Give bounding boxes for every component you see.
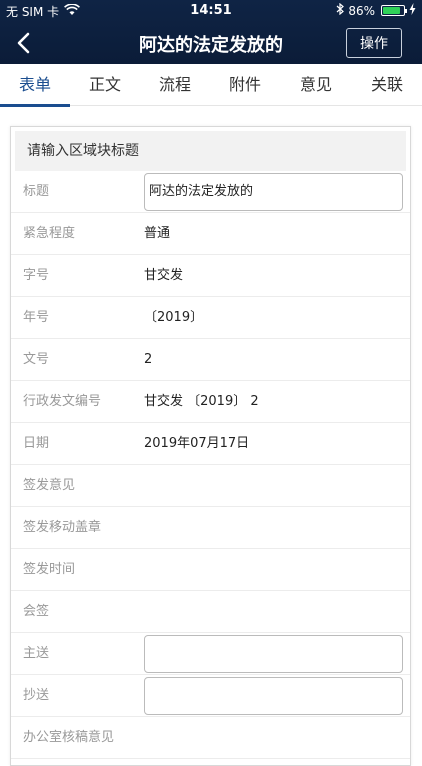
tab-label: 附件 bbox=[228, 75, 261, 94]
app-header: 无 SIM 卡 14:51 86% 阿达的法定发放的 操作 bbox=[0, 0, 422, 64]
navigation-bar: 阿达的法定发放的 操作 bbox=[0, 22, 422, 64]
tab-label: 关联 bbox=[370, 75, 403, 94]
charging-icon bbox=[409, 3, 416, 18]
form-card: 请输入区域块标题 标题 阿达的法定发放的 紧急程度 普通 字号 甘交发 年号 〔… bbox=[10, 126, 411, 766]
field-label: 日期 bbox=[23, 436, 50, 451]
form-row-countersign: 会签 bbox=[11, 591, 410, 633]
field-label: 办公室核稿意见 bbox=[23, 730, 115, 745]
field-label: 标题 bbox=[23, 184, 50, 199]
field-value: 2 bbox=[144, 352, 153, 367]
form-row-number: 文号 2 bbox=[11, 339, 410, 381]
field-label: 文号 bbox=[23, 352, 50, 367]
field-label: 字号 bbox=[23, 268, 50, 283]
tab-related[interactable]: 关联 bbox=[352, 64, 422, 106]
battery-percent: 86% bbox=[348, 3, 375, 18]
tab-label: 意见 bbox=[299, 75, 332, 94]
form-row-title: 标题 阿达的法定发放的 bbox=[11, 171, 410, 213]
field-value: 甘交发 bbox=[144, 268, 184, 283]
tab-body[interactable]: 正文 bbox=[70, 64, 140, 106]
form-row-office-review: 办公室核稿意见 bbox=[11, 717, 410, 759]
title-input[interactable]: 阿达的法定发放的 bbox=[144, 173, 403, 211]
tab-label: 表单 bbox=[18, 75, 51, 94]
field-label: 紧急程度 bbox=[23, 226, 76, 241]
field-label: 签发移动盖章 bbox=[23, 520, 102, 535]
form-row-date: 日期 2019年07月17日 bbox=[11, 423, 410, 465]
tab-bar: 表单 正文 流程 附件 意见 关联 bbox=[0, 64, 422, 107]
operate-button[interactable]: 操作 bbox=[346, 28, 402, 58]
form-row-prefix: 字号 甘交发 bbox=[11, 255, 410, 297]
form-row-main-recipient: 主送 bbox=[11, 633, 410, 675]
section-title: 请输入区域块标题 bbox=[15, 131, 406, 171]
active-tab-indicator bbox=[0, 104, 70, 107]
bluetooth-icon bbox=[336, 2, 345, 18]
tab-attachments[interactable]: 附件 bbox=[210, 64, 280, 106]
tab-process[interactable]: 流程 bbox=[140, 64, 210, 106]
tab-form[interactable]: 表单 bbox=[0, 64, 70, 107]
battery-icon bbox=[381, 5, 407, 16]
form-row-sign-opinion: 签发意见 bbox=[11, 465, 410, 507]
field-value: 〔2019〕 bbox=[144, 310, 204, 325]
field-label: 抄送 bbox=[23, 688, 50, 703]
form-row-cc: 抄送 bbox=[11, 675, 410, 717]
field-label: 签发时间 bbox=[23, 562, 76, 577]
form-row-year: 年号 〔2019〕 bbox=[11, 297, 410, 339]
battery-level bbox=[383, 7, 400, 14]
form-row-sign-time: 签发时间 bbox=[11, 549, 410, 591]
cc-input[interactable] bbox=[144, 677, 403, 715]
form-row-urgency: 紧急程度 普通 bbox=[11, 213, 410, 255]
field-label: 主送 bbox=[23, 646, 50, 661]
field-label: 年号 bbox=[23, 310, 50, 325]
field-value: 甘交发 〔2019〕 2 bbox=[144, 394, 259, 409]
main-recipient-input[interactable] bbox=[144, 635, 403, 673]
field-label: 签发意见 bbox=[23, 478, 76, 493]
tab-label: 流程 bbox=[158, 75, 191, 94]
field-value: 普通 bbox=[144, 226, 171, 241]
field-label: 会签 bbox=[23, 604, 50, 619]
form-row-document-number: 行政发文编号 甘交发 〔2019〕 2 bbox=[11, 381, 410, 423]
field-value: 2019年07月17日 bbox=[144, 436, 250, 451]
status-bar: 无 SIM 卡 14:51 86% bbox=[0, 0, 422, 22]
form-row-mobile-seal: 签发移动盖章 bbox=[11, 507, 410, 549]
tab-opinions[interactable]: 意见 bbox=[281, 64, 351, 106]
tab-label: 正文 bbox=[88, 75, 121, 94]
field-label: 行政发文编号 bbox=[23, 394, 102, 409]
